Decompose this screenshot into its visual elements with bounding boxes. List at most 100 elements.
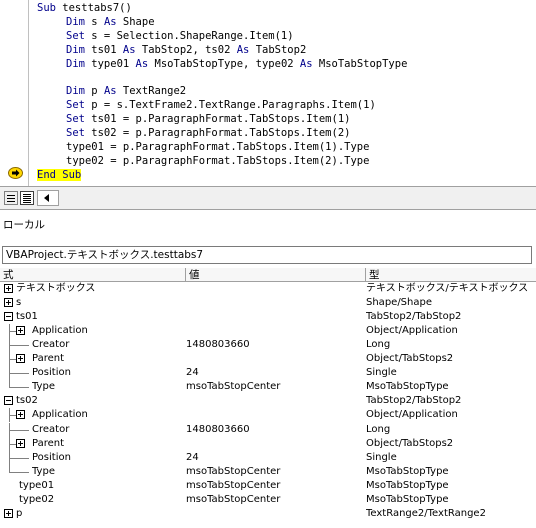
code-keyword: As (135, 57, 149, 70)
locals-context-field: VBAProject.テキストボックス.testtabs7 (2, 246, 532, 264)
column-header-value[interactable]: 値 (186, 268, 366, 282)
cell-expression: p (16, 507, 23, 519)
locals-row[interactable]: テキストボックス テキストボックス/テキストボックス (0, 282, 536, 296)
cell-type: Shape/Shape (366, 297, 432, 309)
cell-expression: Position (32, 451, 71, 463)
locals-row[interactable]: type02 msoTabStopCenter MsoTabStopType (0, 493, 536, 507)
code-line[interactable]: Sub testtabs7() (37, 1, 132, 15)
expand-icon[interactable] (4, 284, 13, 293)
code-text: TabStop2 (249, 43, 307, 56)
collapse-icon[interactable] (4, 312, 13, 322)
code-text: ts01 = p.ParagraphFormat.TabStops.Item(1… (84, 113, 351, 126)
code-line[interactable]: Set p = s.TextFrame2.TextRange.Paragraph… (66, 98, 376, 112)
code-keyword: As (236, 43, 250, 56)
locals-row[interactable]: Application Object/Application (0, 324, 536, 339)
locals-row[interactable]: Parent Object/TabStops2 (0, 436, 536, 451)
procedure-view-button[interactable] (4, 191, 18, 205)
cell-value[interactable] (186, 394, 364, 408)
code-window-statusbar (0, 186, 536, 210)
code-keyword: Dim (66, 15, 85, 28)
code-keyword: Dim (66, 57, 85, 70)
locals-row[interactable]: Type msoTabStopCenter MsoTabStopType (0, 380, 536, 394)
cell-value[interactable] (186, 352, 364, 366)
code-text: s = Selection.ShapeRange.Item(1) (84, 29, 294, 42)
cell-expression: ts01 (16, 311, 38, 323)
code-text: type01 = p.ParagraphFormat.TabStops.Item… (66, 141, 370, 153)
cell-value[interactable] (186, 324, 364, 338)
cell-value[interactable]: 24 (186, 366, 364, 380)
locals-row[interactable]: Creator 1480803660 Long (0, 422, 536, 437)
code-keyword: Dim (66, 43, 85, 56)
code-editor[interactable]: Sub testtabs7() Dim s As Shape Set s = Sel… (0, 0, 536, 186)
cell-value[interactable]: msoTabStopCenter (186, 479, 364, 493)
cell-value[interactable] (186, 507, 364, 521)
cell-value[interactable] (186, 296, 364, 310)
collapse-icon[interactable] (4, 396, 13, 406)
code-keyword: As (103, 15, 117, 28)
locals-row[interactable]: Position 24 Single (0, 366, 536, 381)
full-module-view-button[interactable] (20, 191, 34, 205)
column-header-type[interactable]: 型 (366, 268, 536, 282)
code-line[interactable]: type01 = p.ParagraphFormat.TabStops.Item… (66, 140, 369, 154)
code-keyword: Set (66, 99, 85, 112)
cell-type: MsoTabStopType (366, 479, 449, 491)
execution-pointer-icon (8, 167, 23, 179)
code-line[interactable]: Dim p As TextRange2 (66, 84, 186, 98)
code-line[interactable]: Dim s As Shape (66, 15, 155, 29)
cell-value[interactable] (186, 437, 364, 451)
locals-row[interactable]: ts01 TabStop2/TabStop2 (0, 310, 536, 324)
locals-row[interactable]: type01 msoTabStopCenter MsoTabStopType (0, 479, 536, 493)
locals-row[interactable]: Type msoTabStopCenter MsoTabStopType (0, 464, 536, 479)
tree-connector (9, 373, 29, 375)
scroll-left-button[interactable] (37, 190, 59, 206)
cell-value[interactable]: msoTabStopCenter (186, 465, 364, 479)
cell-expression: type02 (19, 493, 55, 505)
code-text: p (84, 85, 104, 98)
locals-row[interactable]: s Shape/Shape (0, 296, 536, 310)
expand-icon[interactable] (16, 438, 25, 448)
locals-row[interactable]: Position 24 Single (0, 450, 536, 465)
code-line[interactable]: Dim ts01 As TabStop2, ts02 As TabStop2 (66, 43, 306, 57)
code-line[interactable]: End Sub (37, 168, 82, 182)
tree-connector (9, 387, 29, 389)
column-header-expression[interactable]: 式 (0, 268, 186, 282)
cell-type: MsoTabStopType (366, 465, 449, 477)
locals-row[interactable]: p TextRange2/TextRange2 (0, 507, 536, 521)
cell-type: Object/TabStops2 (366, 437, 454, 449)
expand-icon[interactable] (16, 410, 25, 420)
expand-icon[interactable] (16, 326, 25, 336)
cell-type: Object/TabStops2 (366, 353, 454, 365)
expand-icon[interactable] (4, 508, 13, 518)
locals-row[interactable]: Application Object/Application (0, 408, 536, 423)
code-keyword: Sub (37, 2, 56, 14)
expand-icon[interactable] (16, 354, 25, 364)
locals-grid[interactable]: 式 値 型 テキストボックス テキストボックス/テキストボックス s Shape/Sh… (0, 268, 536, 528)
cell-value[interactable]: 1480803660 (186, 338, 364, 352)
code-text: s (84, 15, 104, 28)
expand-icon[interactable] (4, 298, 13, 308)
cell-value[interactable]: msoTabStopCenter (186, 380, 364, 394)
tree-connector (9, 443, 16, 445)
cell-type: Object/Application (366, 409, 458, 421)
locals-row[interactable]: Parent Object/TabStops2 (0, 352, 536, 367)
locals-row[interactable]: Creator 1480803660 Long (0, 338, 536, 353)
code-line[interactable]: Set s = Selection.ShapeRange.Item(1) (66, 29, 294, 43)
cell-value[interactable] (186, 282, 364, 296)
code-line[interactable]: Set ts01 = p.ParagraphFormat.TabStops.It… (66, 112, 350, 126)
code-margin-bar[interactable] (0, 0, 29, 186)
cell-value[interactable]: msoTabStopCenter (186, 493, 364, 507)
locals-row[interactable]: ts02 TabStop2/TabStop2 (0, 394, 536, 408)
code-keyword: As (103, 85, 117, 98)
code-keyword: Set (66, 29, 85, 42)
cell-value[interactable] (186, 408, 364, 422)
cell-expression: type01 (19, 479, 55, 491)
code-line[interactable]: Dim type01 As MsoTabStopType, type02 As … (66, 57, 407, 71)
cell-value[interactable] (186, 310, 364, 324)
cell-value[interactable]: 1480803660 (186, 423, 364, 437)
cell-expression: Application (32, 325, 88, 337)
code-line[interactable]: Set ts02 = p.ParagraphFormat.TabStops.It… (66, 126, 350, 140)
cell-expression: Creator (32, 423, 70, 435)
tree-connector (9, 457, 29, 459)
code-line[interactable]: type02 = p.ParagraphFormat.TabStops.Item… (66, 154, 369, 168)
cell-value[interactable]: 24 (186, 451, 364, 465)
